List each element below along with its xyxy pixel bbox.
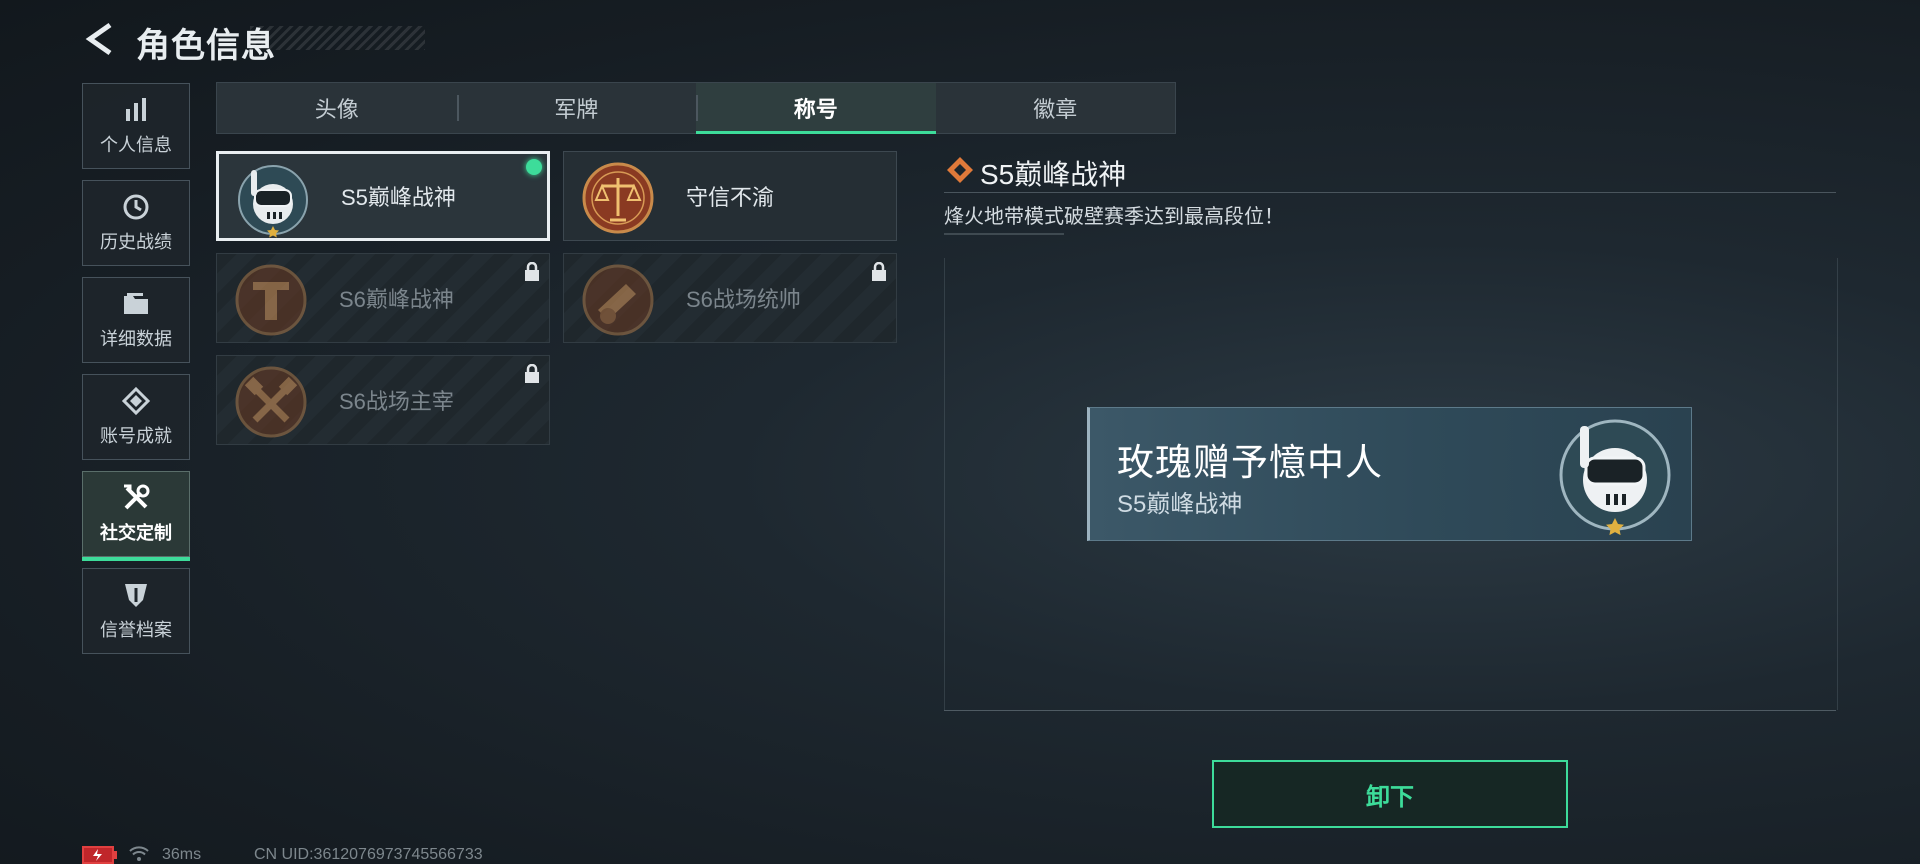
divider (944, 192, 1836, 193)
back-arrow-icon[interactable] (84, 22, 116, 56)
title-decoration (250, 26, 425, 50)
divider (944, 710, 1836, 711)
crossed-hammers-emblem-icon (235, 366, 307, 438)
sidebar-item-achievements[interactable]: 账号成就 (82, 374, 190, 460)
sidebar-item-history[interactable]: 历史战绩 (82, 180, 190, 266)
lock-icon (872, 262, 886, 281)
lock-icon (525, 262, 539, 281)
title-card-s6-commander[interactable]: S6战场统帅 (563, 253, 897, 343)
wifi-icon (129, 846, 149, 861)
title-card-s5-peak[interactable]: S5巅峰战神 (216, 151, 550, 241)
history-icon (123, 194, 149, 220)
tab-avatar[interactable]: 头像 (217, 83, 457, 133)
user-uid: CN UID:3612076973745566733 (254, 846, 483, 863)
sidebar-item-detailed-data[interactable]: 详细数据 (82, 277, 190, 363)
bar-chart-icon (126, 98, 146, 121)
tab-badge[interactable]: 徽章 (936, 83, 1176, 133)
lock-icon (525, 364, 539, 383)
detail-title: S5巅峰战神 (980, 159, 1127, 190)
sidebar-item-label: 社交定制 (100, 523, 172, 543)
achievement-icon (121, 386, 151, 416)
shield-icon (125, 584, 147, 607)
sidebar-item-reputation[interactable]: 信誉档案 (82, 568, 190, 654)
diver-skull-emblem-icon (238, 165, 308, 238)
tab-dog-tag[interactable]: 军牌 (456, 83, 697, 133)
diamond-icon (947, 157, 973, 183)
tools-icon (124, 484, 150, 510)
equipped-indicator (526, 159, 542, 175)
battery-icon (82, 846, 117, 864)
tab-title[interactable]: 称号 (696, 83, 936, 134)
title-card-faithful[interactable]: 守信不渝 (563, 151, 897, 241)
divider (944, 233, 1064, 235)
title-card-name: 守信不渝 (686, 185, 775, 210)
sidebar-item-social-customization[interactable]: 社交定制 (82, 471, 190, 561)
folder-icon (124, 293, 148, 314)
cannon-emblem-icon (582, 264, 654, 336)
diver-skull-emblem-icon (1559, 419, 1671, 536)
sidebar-item-label: 信誉档案 (100, 620, 172, 640)
scales-emblem-icon (582, 162, 654, 234)
title-card-name: S6战场统帅 (686, 287, 801, 312)
sidebar-item-personal-info[interactable]: 个人信息 (82, 83, 190, 169)
sidebar-item-label: 账号成就 (100, 426, 172, 446)
sidebar-item-label: 详细数据 (100, 329, 172, 349)
tab-bar: 头像 军牌 称号 徽章 (216, 82, 1176, 134)
title-card-s6-peak[interactable]: S6巅峰战神 (216, 253, 550, 343)
title-card-s6-dominator[interactable]: S6战场主宰 (216, 355, 550, 445)
ping-value: 36ms (162, 846, 202, 863)
preview-title: S5巅峰战神 (1117, 491, 1243, 518)
detail-description: 烽火地带模式破壁赛季达到最高段位！ (944, 206, 1284, 228)
sidebar-item-label: 历史战绩 (100, 232, 172, 252)
title-card-name: S6巅峰战神 (339, 287, 454, 312)
sidebar-item-label: 个人信息 (100, 135, 172, 155)
gate-emblem-icon (235, 264, 307, 336)
title-card-name: S5巅峰战神 (341, 185, 456, 210)
preview-player-name: 玫瑰赠予憶中人 (1117, 442, 1383, 483)
unequip-button[interactable]: 卸下 (1212, 760, 1568, 828)
title-card-name: S6战场主宰 (339, 389, 454, 414)
